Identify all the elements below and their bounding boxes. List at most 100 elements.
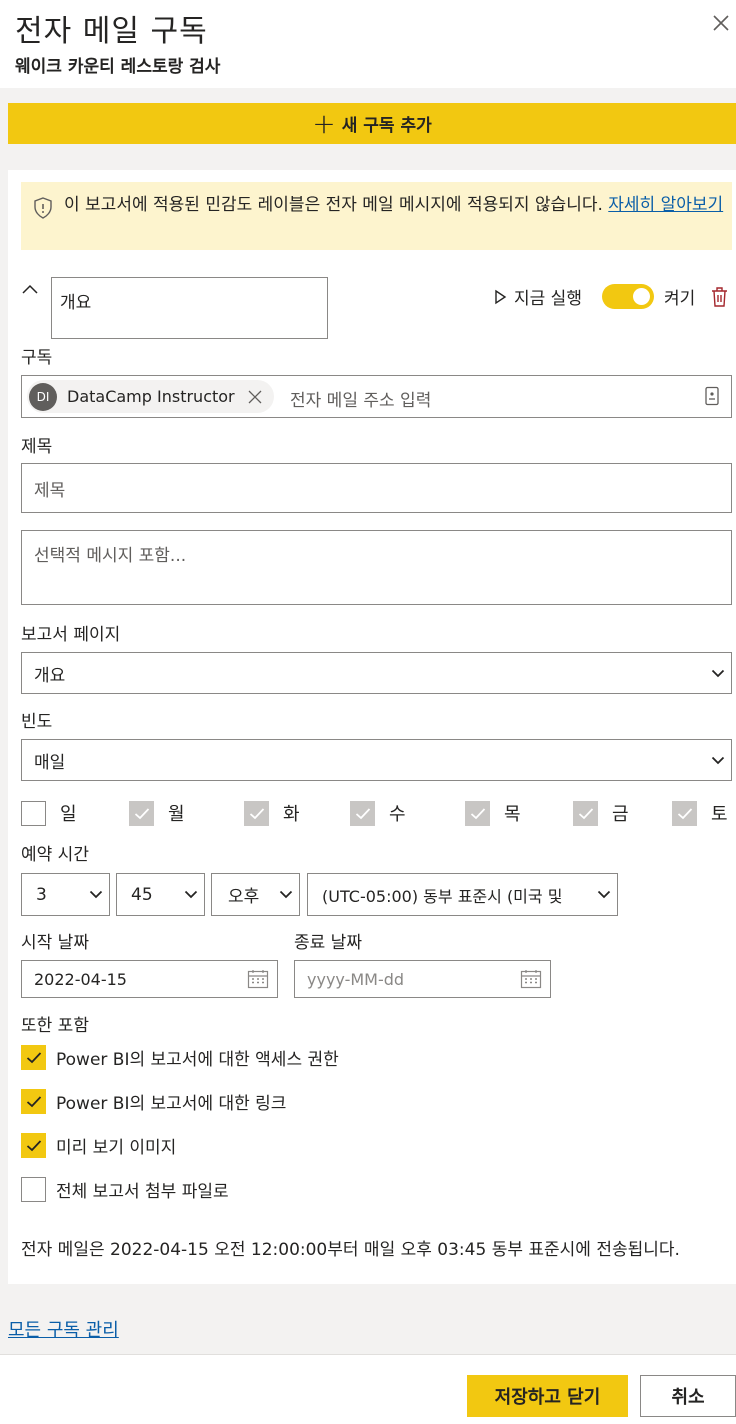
include-preview-option[interactable]: 미리 보기 이미지	[21, 1133, 176, 1158]
include-attachment-option[interactable]: 전체 보고서 첨부 파일로	[21, 1177, 229, 1202]
hour-select[interactable]: 3	[21, 873, 110, 916]
shield-info-icon	[34, 197, 52, 219]
plus-icon: +	[312, 106, 336, 140]
start-date-label: 시작 날짜	[21, 933, 89, 953]
day-checkbox[interactable]	[129, 800, 154, 826]
day-checkbox[interactable]	[21, 800, 46, 826]
include-checkbox[interactable]	[21, 1089, 46, 1114]
banner-message: 이 보고서에 적용된 민감도 레이블은 전자 메일 메시지에 적용되지 않습니다…	[64, 193, 724, 217]
check-icon	[677, 807, 692, 819]
toggle-label: 켜기	[664, 289, 696, 309]
chevron-down-icon	[184, 890, 198, 899]
check-icon	[26, 1096, 41, 1108]
avatar: DI	[29, 382, 57, 411]
recipient-name: DataCamp Instructor	[67, 387, 235, 406]
report-page-label: 보고서 페이지	[21, 625, 121, 645]
subject-label: 제목	[21, 437, 53, 457]
include-access-option[interactable]: Power BI의 보고서에 대한 액세스 권한	[21, 1045, 339, 1070]
day-sunday[interactable]: 일	[21, 800, 77, 826]
close-icon[interactable]	[708, 10, 734, 36]
check-icon	[470, 807, 485, 819]
day-label: 토	[711, 804, 728, 825]
include-option-label: Power BI의 보고서에 대한 링크	[56, 1094, 287, 1114]
chevron-down-icon	[711, 756, 725, 764]
day-label: 금	[612, 804, 629, 825]
report-page-value: 개요	[34, 665, 66, 686]
ampm-value: 오후	[228, 887, 260, 907]
day-checkbox[interactable]	[244, 800, 269, 826]
day-checkbox[interactable]	[672, 800, 697, 826]
include-checkbox[interactable]	[21, 1177, 46, 1202]
save-and-close-button[interactable]: 저장하고 닫기	[467, 1375, 628, 1417]
check-icon	[26, 1052, 41, 1064]
day-monday[interactable]: 월	[129, 800, 185, 826]
chevron-down-icon	[597, 890, 611, 899]
ampm-select[interactable]: 오후	[211, 873, 300, 916]
run-now-button[interactable]: 지금 실행	[494, 284, 582, 309]
day-checkbox[interactable]	[465, 800, 490, 826]
remove-recipient-icon[interactable]	[244, 386, 266, 408]
include-label: 또한 포함	[21, 1016, 89, 1036]
check-icon	[249, 807, 264, 819]
include-option-label: 전체 보고서 첨부 파일로	[56, 1182, 229, 1202]
start-date-value: 2022-04-15	[34, 969, 127, 989]
recipients-label: 구독	[21, 348, 53, 368]
day-checkbox[interactable]	[350, 800, 375, 826]
check-icon	[578, 807, 593, 819]
chevron-up-icon[interactable]	[21, 282, 39, 296]
subject-input[interactable]: 제목	[21, 463, 732, 513]
frequency-label: 빈도	[21, 712, 53, 732]
frequency-value: 매일	[34, 752, 66, 773]
day-wednesday[interactable]: 수	[350, 800, 406, 826]
learn-more-link[interactable]: 자세히 알아보기	[608, 195, 723, 215]
day-label: 화	[283, 804, 300, 825]
chevron-down-icon	[89, 890, 103, 899]
address-book-icon[interactable]	[704, 386, 720, 406]
chevron-down-icon	[279, 890, 293, 899]
add-subscription-label: 새 구독 추가	[341, 116, 432, 136]
footer-divider	[0, 1354, 736, 1355]
include-option-label: 미리 보기 이미지	[56, 1138, 177, 1158]
panel-title: 전자 메일 구독	[15, 14, 208, 49]
end-date-input[interactable]: yyyy-MM-dd	[294, 960, 551, 998]
day-label: 목	[504, 804, 521, 825]
include-option-label: Power BI의 보고서에 대한 액세스 권한	[56, 1050, 339, 1070]
hour-value: 3	[36, 884, 47, 905]
timezone-select[interactable]: (UTC-05:00) 동부 표준시 (미국 및	[307, 873, 618, 916]
run-now-label: 지금 실행	[514, 289, 582, 309]
include-checkbox[interactable]	[21, 1045, 46, 1070]
minute-value: 45	[131, 884, 153, 905]
toggle-knob	[633, 288, 650, 305]
cancel-button[interactable]: 취소	[640, 1375, 736, 1417]
calendar-icon[interactable]	[520, 969, 542, 989]
include-link-option[interactable]: Power BI의 보고서에 대한 링크	[21, 1089, 286, 1114]
report-page-select[interactable]: 개요	[21, 652, 732, 694]
schedule-time-label: 예약 시간	[21, 845, 89, 865]
day-friday[interactable]: 금	[573, 800, 629, 826]
delete-icon[interactable]	[710, 286, 729, 308]
frequency-select[interactable]: 매일	[21, 739, 732, 781]
minute-select[interactable]: 45	[116, 873, 205, 916]
play-icon	[495, 289, 507, 304]
check-icon	[355, 807, 370, 819]
include-checkbox[interactable]	[21, 1133, 46, 1158]
day-tuesday[interactable]: 화	[244, 800, 300, 826]
day-checkbox[interactable]	[573, 800, 598, 826]
end-date-label: 종료 날짜	[294, 933, 362, 953]
message-textarea[interactable]: 선택적 메시지 포함...	[21, 530, 732, 605]
check-icon	[26, 1140, 41, 1152]
manage-subscriptions-link[interactable]: 모든 구독 관리	[8, 1316, 119, 1342]
day-label: 수	[389, 804, 406, 825]
day-thursday[interactable]: 목	[465, 800, 521, 826]
schedule-summary: 전자 메일은 2022-04-15 오전 12:00:00부터 매일 오후 03…	[21, 1240, 680, 1260]
end-date-placeholder: yyyy-MM-dd	[307, 969, 405, 989]
subscription-name-input[interactable]: 개요	[51, 277, 328, 339]
subscription-toggle[interactable]	[602, 284, 654, 309]
add-subscription-button[interactable]: + 새 구독 추가	[8, 103, 736, 144]
calendar-icon[interactable]	[247, 969, 269, 989]
recipient-chip[interactable]: DI DataCamp Instructor	[27, 380, 274, 413]
day-saturday[interactable]: 토	[672, 800, 728, 826]
day-label: 월	[168, 804, 185, 825]
start-date-input[interactable]: 2022-04-15	[21, 960, 278, 998]
day-label: 일	[60, 804, 77, 825]
